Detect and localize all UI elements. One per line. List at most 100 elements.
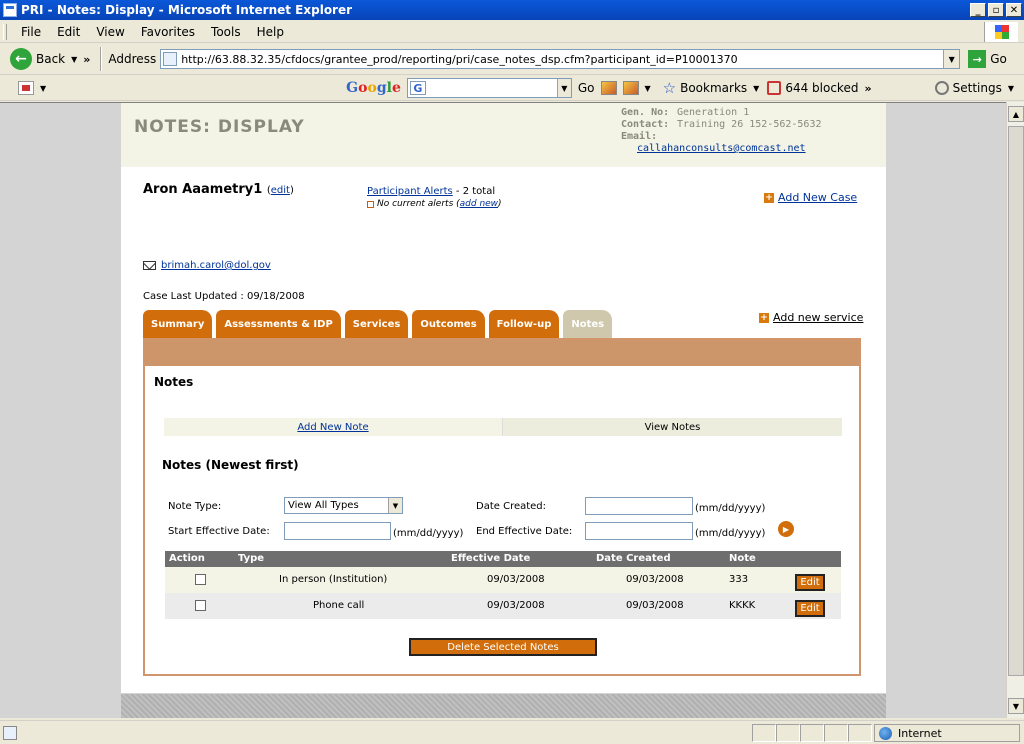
no-alerts-text: No current alerts ( <box>377 199 460 209</box>
go-arrow-icon: → <box>968 50 987 68</box>
plus-icon: + <box>759 312 769 323</box>
add-new-note-link[interactable]: Add New Note <box>297 422 368 433</box>
contact-email-link[interactable]: callahanconsults@comcast.net <box>637 143 822 154</box>
options-dropdown-icon[interactable]: ▼ <box>645 84 651 93</box>
tab-services[interactable]: Services <box>344 310 409 338</box>
tab-assessments-idp[interactable]: Assessments & IDP <box>216 310 341 338</box>
table-row: Phone call 09/03/2008 09/03/2008 KKKK Ed… <box>165 593 841 619</box>
window-title: PRI - Notes: Display - Microsoft Interne… <box>21 3 353 17</box>
back-button[interactable]: ← Back ▼ <box>10 48 77 70</box>
pdf-dropdown-icon[interactable]: ▼ <box>40 84 46 93</box>
menu-file[interactable]: File <box>13 25 49 39</box>
scroll-up-icon[interactable]: ▲ <box>1008 106 1024 122</box>
bookmarks-dropdown-icon[interactable]: ▼ <box>753 84 759 93</box>
edit-note-button[interactable]: Edit <box>795 600 825 617</box>
col-date-created: Date Created <box>596 553 671 564</box>
back-arrow-icon: ← <box>10 48 32 70</box>
tab-follow-up[interactable]: Follow-up <box>488 310 560 338</box>
close-button[interactable]: ✕ <box>1006 3 1022 17</box>
date-created-input[interactable] <box>585 497 693 515</box>
row-type: Phone call <box>313 600 365 611</box>
menu-help[interactable]: Help <box>249 25 292 39</box>
windows-logo-icon <box>984 22 1018 42</box>
page-content: NOTES: DISPLAY Gen. No: Generation 1 Cont… <box>121 103 886 693</box>
scroll-thumb[interactable] <box>1008 126 1024 676</box>
end-effective-date-input[interactable] <box>585 522 693 540</box>
add-new-case[interactable]: + Add New Case <box>764 191 857 204</box>
delete-selected-notes-button[interactable]: Delete Selected Notes <box>409 638 597 656</box>
vertical-scrollbar[interactable]: ▲ ▼ <box>1006 102 1024 718</box>
pagerank-icon[interactable] <box>600 81 617 95</box>
notes-actions: Add New Note View Notes <box>164 418 842 436</box>
page-footer <box>121 694 886 718</box>
tab-notes[interactable]: Notes <box>563 310 613 338</box>
menu-view[interactable]: View <box>88 25 132 39</box>
user-email-link[interactable]: brimah.carol@dol.gov <box>161 260 271 271</box>
tab-outcomes[interactable]: Outcomes <box>412 310 485 338</box>
bookmarks-button[interactable]: Bookmarks <box>680 81 747 95</box>
tab-summary[interactable]: Summary <box>143 310 213 338</box>
address-toolbar: ← Back ▼ » Address http://63.88.32.35/cf… <box>0 44 1024 75</box>
security-zone: Internet <box>874 724 1020 742</box>
add-new-service-link[interactable]: Add new service <box>773 311 863 324</box>
address-dropdown-icon[interactable]: ▼ <box>943 50 960 68</box>
address-url: http://63.88.32.35/cfdocs/grantee_prod/r… <box>181 52 738 66</box>
page-viewport: NOTES: DISPLAY Gen. No: Generation 1 Cont… <box>0 102 1006 718</box>
toolbar-grip[interactable] <box>3 23 7 40</box>
settings-dropdown-icon: ▼ <box>1007 83 1014 93</box>
panel-heading: Notes <box>154 375 194 389</box>
participant-alerts: Participant Alerts - 2 total No current … <box>367 186 502 209</box>
chevron-down-icon: ▼ <box>388 498 402 513</box>
google-logo: Google <box>346 80 401 96</box>
menu-tools[interactable]: Tools <box>203 25 249 39</box>
menu-favorites[interactable]: Favorites <box>133 25 203 39</box>
col-effective-date: Effective Date <box>451 553 531 564</box>
table-header: Action Type Effective Date Date Created … <box>165 551 841 567</box>
end-date-hint: (mm/dd/yyyy) <box>695 528 766 539</box>
start-effective-date-label: Start Effective Date: <box>168 526 270 537</box>
address-input[interactable]: http://63.88.32.35/cfdocs/grantee_prod/r… <box>160 49 961 69</box>
start-effective-date-input[interactable] <box>284 522 391 540</box>
view-notes-tab[interactable]: View Notes <box>503 418 842 436</box>
popup-blocked-count[interactable]: 644 blocked <box>785 81 858 95</box>
pdf-icon[interactable] <box>18 81 34 95</box>
minimize-button[interactable]: _ <box>970 3 986 17</box>
status-cell <box>800 724 824 742</box>
toolbar-chevron-icon[interactable]: » <box>83 53 90 66</box>
bookmarks-star-icon[interactable]: ☆ <box>663 79 676 97</box>
row-select-checkbox[interactable] <box>195 600 206 611</box>
note-type-select[interactable]: View All Types ▼ <box>284 497 403 514</box>
google-chevron-icon[interactable]: » <box>864 82 871 95</box>
google-search-dropdown-icon[interactable]: ▼ <box>556 79 571 97</box>
globe-icon <box>879 726 892 740</box>
spellcheck-icon[interactable] <box>622 81 639 95</box>
edit-participant-link[interactable]: edit <box>271 185 290 196</box>
google-go-button[interactable]: Go <box>578 81 595 95</box>
status-bar: Internet <box>0 720 1024 744</box>
filter-go-button[interactable]: ▶ <box>778 521 794 537</box>
gear-icon <box>934 81 949 95</box>
row-select-checkbox[interactable] <box>195 574 206 585</box>
go-button[interactable]: → Go <box>968 50 1007 68</box>
add-new-service[interactable]: + Add new service <box>759 311 863 324</box>
page-header: NOTES: DISPLAY Gen. No: Generation 1 Cont… <box>121 103 886 167</box>
settings-button[interactable]: Settings ▼ <box>934 81 1014 95</box>
note-type-value: View All Types <box>288 500 359 511</box>
page-icon <box>163 52 178 66</box>
status-cell <box>752 724 776 742</box>
row-effective-date: 09/03/2008 <box>487 574 545 585</box>
google-search-input[interactable]: G ▼ <box>406 78 572 98</box>
maximize-button[interactable]: ▫ <box>988 3 1004 17</box>
edit-note-button[interactable]: Edit <box>795 574 825 591</box>
plus-icon: + <box>764 192 774 203</box>
row-note: 333 <box>729 574 749 585</box>
go-label: Go <box>990 52 1007 66</box>
menu-edit[interactable]: Edit <box>49 25 88 39</box>
participant-alerts-link[interactable]: Participant Alerts <box>367 186 453 197</box>
zone-label: Internet <box>898 726 942 740</box>
back-dropdown-icon[interactable]: ▼ <box>71 55 77 64</box>
add-new-alert-link[interactable]: add new <box>460 199 498 209</box>
page-title: NOTES: DISPLAY <box>134 117 305 137</box>
scroll-down-icon[interactable]: ▼ <box>1008 698 1024 714</box>
add-new-case-link[interactable]: Add New Case <box>778 191 857 204</box>
